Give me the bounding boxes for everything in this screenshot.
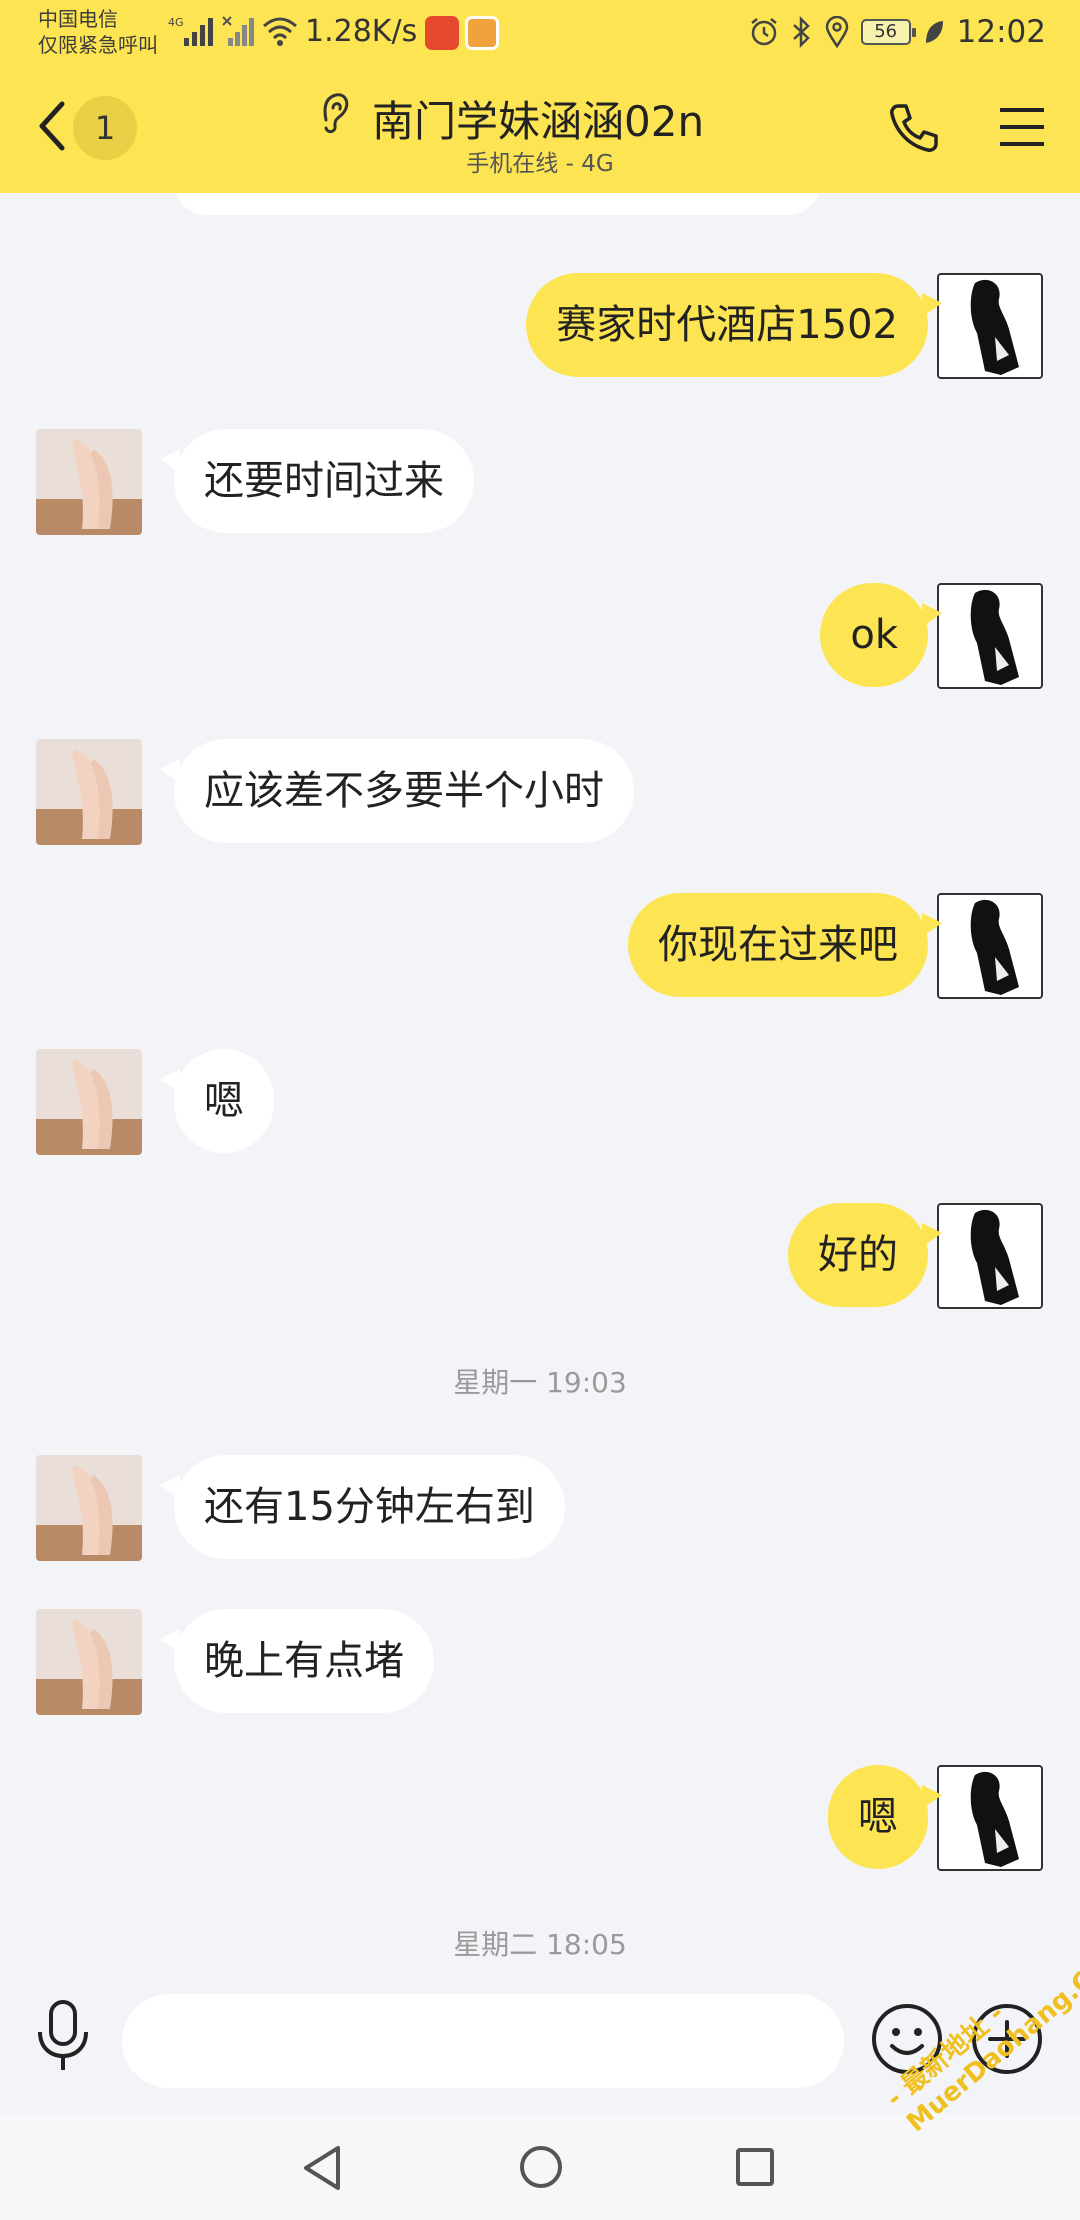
- svg-text:4G: 4G: [168, 16, 184, 29]
- status-bar: 中国电信 仅限紧急呼叫 4G 1.28K/s 56 12:02: [0, 0, 1080, 66]
- message-bubble-me[interactable]: 赛家时代酒店1502: [526, 273, 942, 377]
- signal-2-icon: [222, 16, 254, 46]
- message-bubble-peer[interactable]: 晚上有点堵: [160, 1609, 434, 1713]
- my-avatar[interactable]: [937, 893, 1043, 999]
- emergency-note: 仅限紧急呼叫: [38, 33, 158, 57]
- app-notification-2-icon: [465, 16, 499, 50]
- signal-icon: 4G: [168, 16, 213, 46]
- message-bubble-peer[interactable]: 应该差不多要半个小时: [160, 739, 634, 843]
- clock: 12:02: [956, 14, 1046, 50]
- peer-avatar[interactable]: [36, 1049, 142, 1155]
- peer-avatar[interactable]: [36, 429, 142, 535]
- battery-icon: 56: [860, 19, 916, 45]
- ear-icon[interactable]: [318, 90, 352, 136]
- net-speed: 1.28K/s: [305, 14, 418, 49]
- alarm-icon: [750, 18, 777, 46]
- message-bubble-peer[interactable]: 嗯: [160, 1049, 274, 1153]
- chat-title: 南门学妹涵涵02n: [372, 97, 705, 146]
- peer-avatar[interactable]: [36, 1455, 142, 1561]
- carrier-info: 中国电信 仅限紧急呼叫: [38, 6, 168, 58]
- bluetooth-icon: [792, 16, 810, 48]
- nav-home-button[interactable]: [518, 2144, 564, 2190]
- status-right: 56 12:02: [749, 12, 1046, 52]
- my-avatar[interactable]: [937, 273, 1043, 379]
- location-icon: [825, 16, 848, 48]
- nav-back-button[interactable]: [300, 2144, 344, 2192]
- message-bubble-partial[interactable]: [175, 193, 820, 215]
- message-bubble-me[interactable]: ok: [820, 583, 942, 687]
- message-input[interactable]: [122, 1994, 844, 2088]
- app-notification-icon: [425, 16, 459, 50]
- peer-avatar[interactable]: [36, 1609, 142, 1715]
- my-avatar[interactable]: [937, 583, 1043, 689]
- peer-avatar[interactable]: [36, 739, 142, 845]
- wifi-icon: [263, 17, 297, 46]
- leaf-icon: [925, 21, 943, 43]
- message-bubble-me[interactable]: 嗯: [828, 1765, 942, 1869]
- my-avatar[interactable]: [937, 1765, 1043, 1871]
- my-avatar[interactable]: [937, 1203, 1043, 1309]
- voice-input-button[interactable]: [34, 1998, 92, 2074]
- menu-button[interactable]: [998, 104, 1046, 150]
- message-timestamp: 星期二 18:05: [453, 1928, 627, 1961]
- message-timestamp: 星期一 19:03: [453, 1366, 627, 1399]
- message-bubble-peer[interactable]: 还要时间过来: [160, 429, 474, 533]
- nav-recent-apps-button[interactable]: [734, 2146, 776, 2188]
- message-bubble-me[interactable]: 好的: [788, 1203, 942, 1307]
- message-bubble-me[interactable]: 你现在过来吧: [628, 893, 942, 997]
- app-header: 中国电信 仅限紧急呼叫 4G 1.28K/s 56 12:02 1 南门学妹涵涵…: [0, 0, 1080, 193]
- message-bubble-peer[interactable]: 还有15分钟左右到: [160, 1455, 565, 1559]
- message-list[interactable]: 赛家时代酒店1502 还要时间过来 ok 应该差不多要半个小时 你现在过来吧 嗯…: [0, 193, 1080, 1990]
- phone-call-button[interactable]: [888, 102, 940, 154]
- carrier-name: 中国电信: [38, 7, 118, 31]
